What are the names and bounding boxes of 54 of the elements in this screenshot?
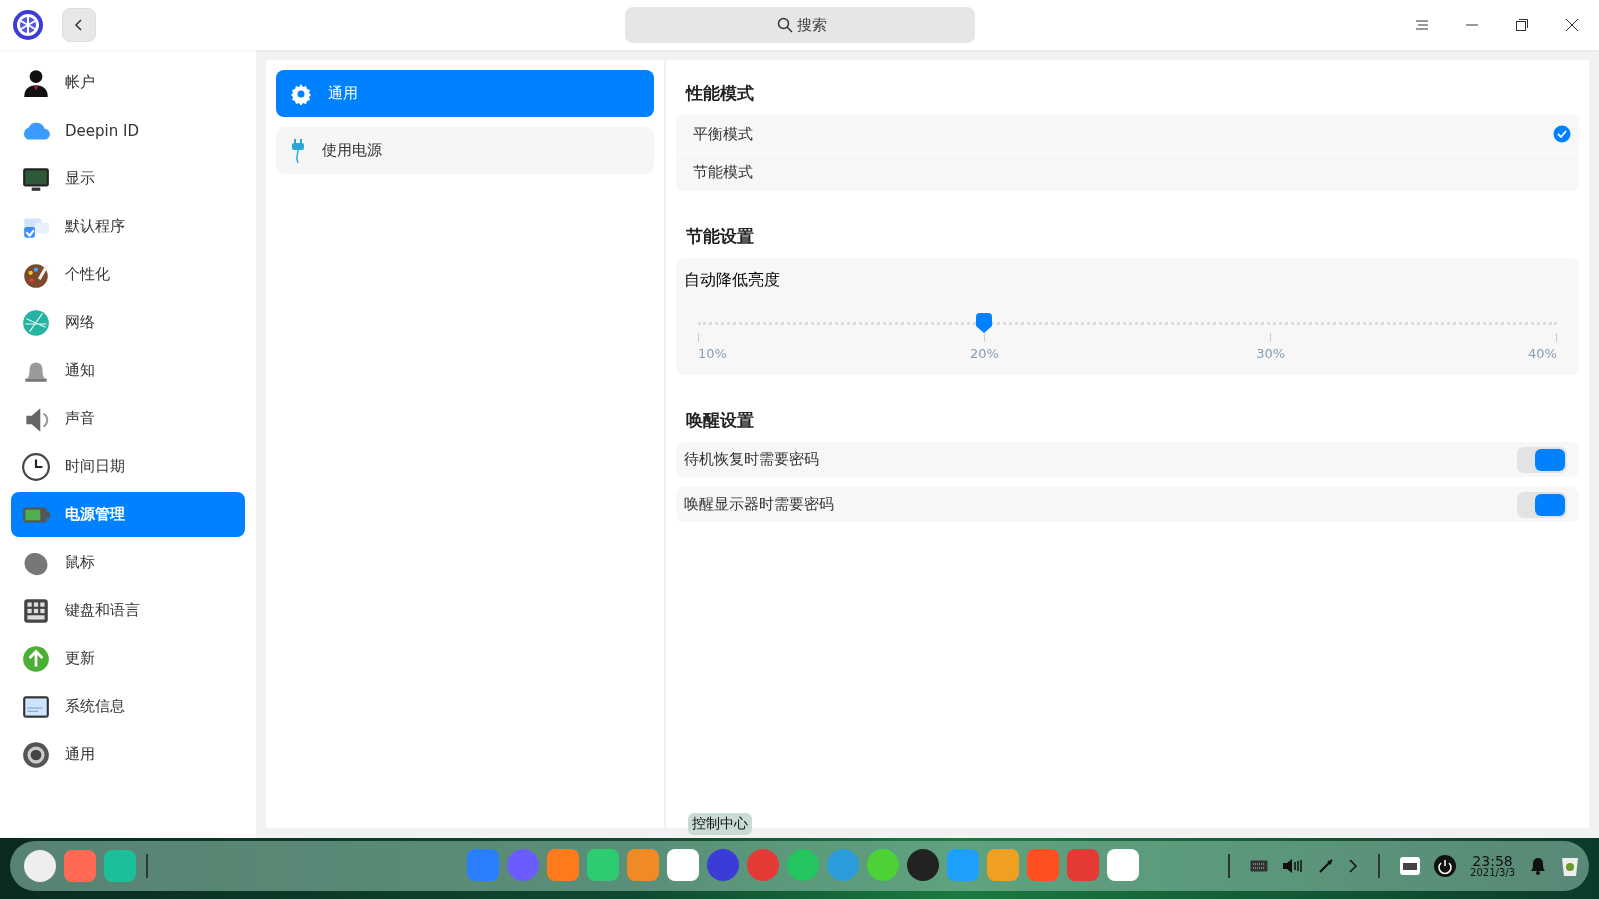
bell-icon[interactable] xyxy=(1529,856,1547,876)
menu-icon xyxy=(1415,19,1429,31)
nav-item[interactable]: 通用 xyxy=(276,70,654,117)
power-icon[interactable] xyxy=(1434,855,1457,877)
slider-thumb[interactable] xyxy=(974,313,995,335)
gear-icon xyxy=(21,739,51,770)
pen-icon[interactable] xyxy=(1318,858,1335,874)
setting-label: 唤醒显示器时需要密码 xyxy=(684,495,834,514)
sidebar-item[interactable]: 网络 xyxy=(11,300,245,345)
sidebar-item[interactable]: 键盘和语言 xyxy=(11,588,245,633)
sidebar-item[interactable]: Deepin ID xyxy=(11,108,245,153)
chevron-left-icon xyxy=(73,19,85,31)
sidebar-item[interactable]: 鼠标 xyxy=(11,540,245,585)
sidebar-item[interactable]: 系统信息 xyxy=(11,684,245,729)
search-icon xyxy=(777,17,793,33)
tick-label: 20% xyxy=(969,346,999,361)
nav-item[interactable]: 使用电源 xyxy=(276,127,654,174)
section-title: 唤醒设置 xyxy=(686,409,755,432)
setting-label: 待机恢复时需要密码 xyxy=(684,450,819,469)
close-icon xyxy=(1565,18,1579,32)
sidebar-item[interactable]: 帐户 xyxy=(11,60,245,105)
settings-logo-icon xyxy=(12,9,44,41)
sidebar-item[interactable]: 通知 xyxy=(11,348,245,393)
restore-icon xyxy=(1515,18,1529,32)
keyboard-icon[interactable] xyxy=(1400,857,1421,875)
chevron-icon[interactable] xyxy=(1348,859,1359,873)
sidebar-item[interactable]: 默认程序 xyxy=(11,204,245,249)
sidebar-item[interactable]: 更新 xyxy=(11,636,245,681)
tick-label: 40% xyxy=(1528,346,1557,361)
section-title: 节能设置 xyxy=(686,225,755,248)
sidebar-item[interactable]: 个性化 xyxy=(11,252,245,297)
clock-icon xyxy=(21,451,51,482)
section-title: 性能模式 xyxy=(686,82,755,105)
tooltip: 控制中心 xyxy=(688,813,752,835)
tick-label: 10% xyxy=(698,346,727,361)
sidebar-item[interactable]: 电源管理 xyxy=(11,492,245,537)
sidebar-item[interactable]: 显示 xyxy=(11,156,245,201)
slider-label: 自动降低亮度 xyxy=(684,270,781,291)
plug-icon xyxy=(290,137,306,164)
globe-icon xyxy=(21,307,51,338)
toggle-switch[interactable] xyxy=(1517,491,1567,518)
clock[interactable]: 23:58 2021/3/3 xyxy=(1470,854,1515,878)
sidebar-item[interactable]: 通用 xyxy=(11,732,245,777)
search-field[interactable]: 搜索 xyxy=(625,7,975,43)
gear-icon xyxy=(290,82,312,105)
sidebar-item[interactable]: 声音 xyxy=(11,396,245,441)
brightness-slider[interactable] xyxy=(698,313,1557,333)
person-icon xyxy=(21,67,51,98)
toggle-switch[interactable] xyxy=(1517,446,1567,473)
sidebar-item[interactable]: 时间日期 xyxy=(11,444,245,489)
back-button[interactable] xyxy=(62,8,96,42)
trash-icon[interactable] xyxy=(1561,855,1579,877)
tick-label: 30% xyxy=(1256,346,1286,361)
speaker-icon[interactable] xyxy=(1282,858,1305,874)
